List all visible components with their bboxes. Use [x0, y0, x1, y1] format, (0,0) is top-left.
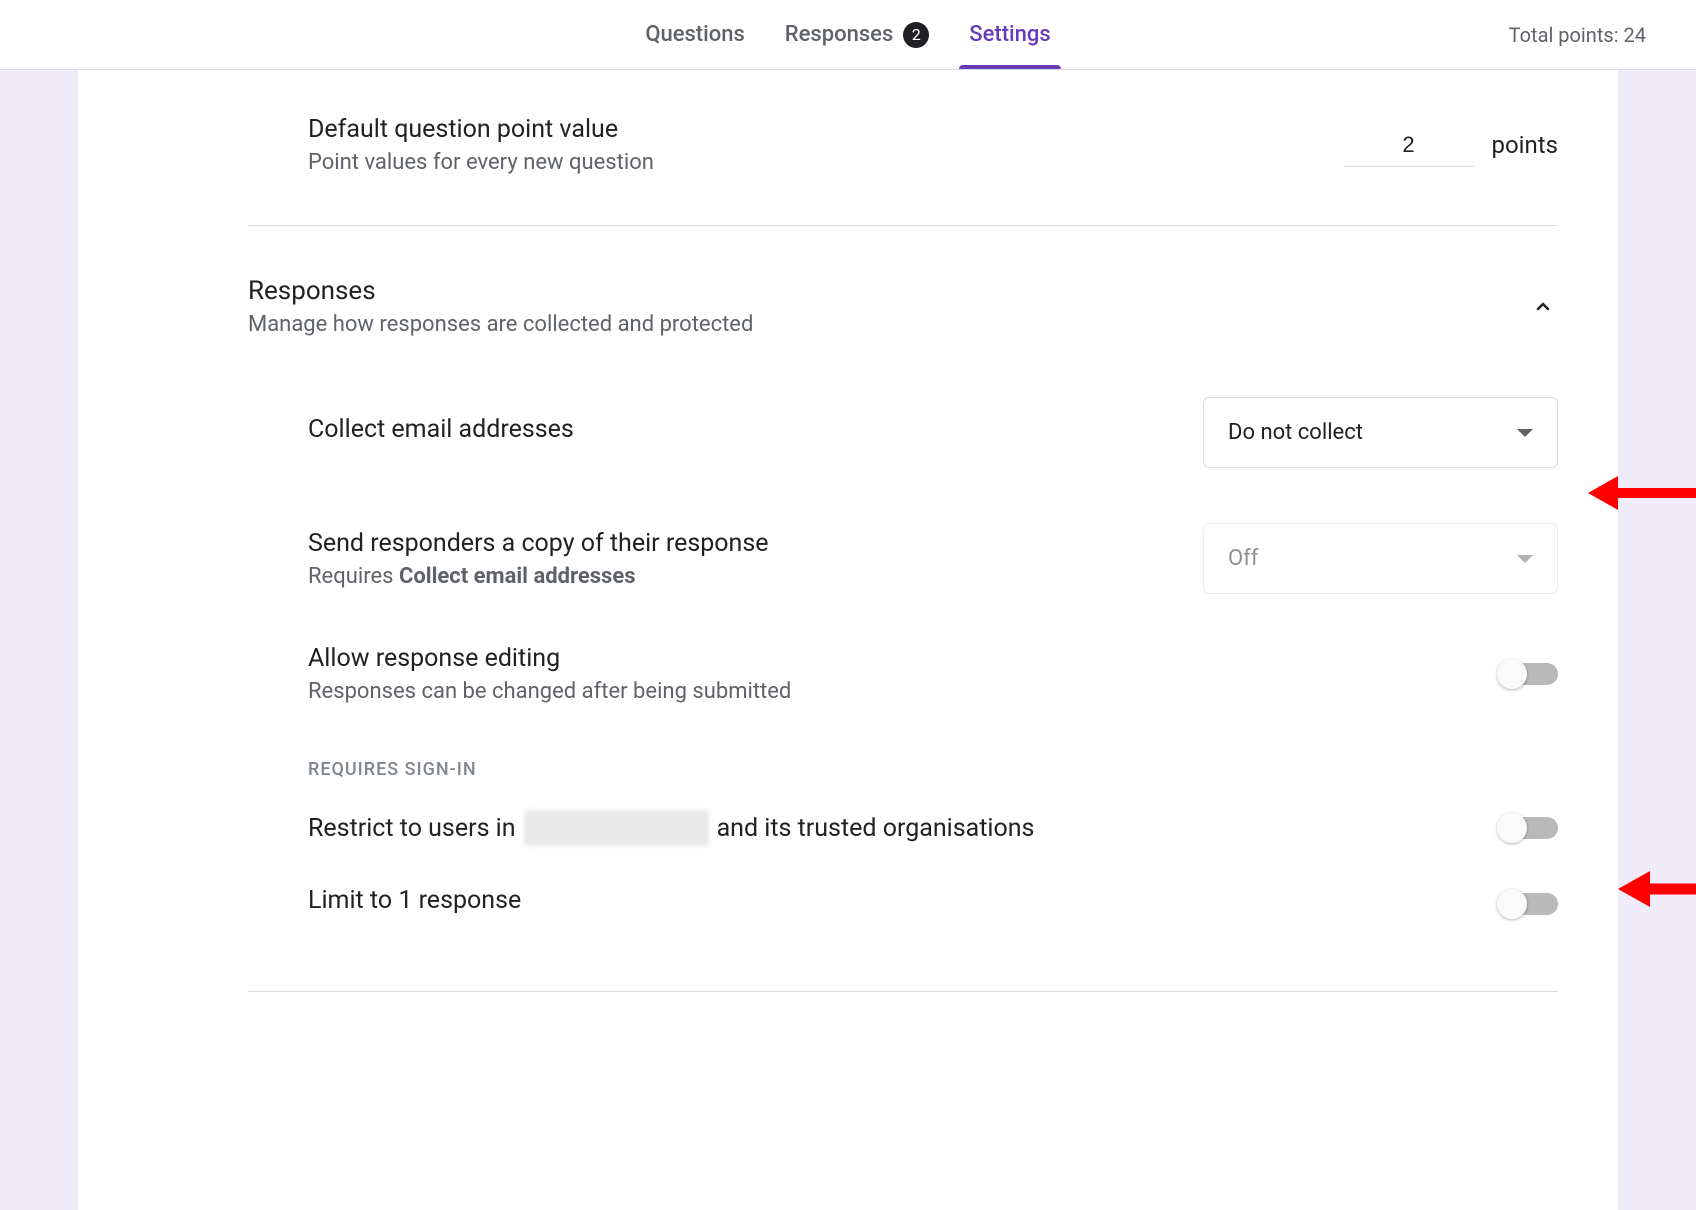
send-copy-subtitle-prefix: Requires — [308, 564, 399, 589]
requires-signin-label: REQUIRES SIGN-IN — [78, 729, 1618, 790]
tab-responses[interactable]: Responses 2 — [785, 0, 929, 69]
restrict-users-toggle[interactable] — [1500, 817, 1558, 839]
limit-response-toggle[interactable] — [1500, 893, 1558, 915]
points-unit-label: points — [1492, 131, 1559, 159]
send-copy-subtitle-bold: Collect email addresses — [399, 564, 636, 589]
dropdown-arrow-icon — [1517, 429, 1533, 437]
send-copy-row: Send responders a copy of their response… — [78, 498, 1618, 619]
collect-email-row: Collect email addresses Do not collect — [78, 357, 1618, 498]
limit-response-row: Limit to 1 response — [78, 866, 1618, 941]
tabs-container: Questions Responses 2 Settings — [645, 0, 1050, 69]
responses-section-subtitle: Manage how responses are collected and p… — [248, 312, 1528, 337]
send-copy-selected: Off — [1228, 546, 1258, 571]
restrict-prefix: Restrict to users in — [308, 814, 516, 843]
top-bar: Questions Responses 2 Settings Total poi… — [0, 0, 1696, 70]
allow-editing-toggle[interactable] — [1500, 663, 1558, 685]
send-copy-dropdown: Off — [1203, 523, 1558, 594]
send-copy-title: Send responders a copy of their response — [308, 529, 1203, 558]
toggle-knob — [1497, 659, 1527, 689]
content-area: Default question point value Point value… — [0, 70, 1696, 1210]
allow-editing-row: Allow response editing Responses can be … — [78, 619, 1618, 729]
restrict-users-row: Restrict to users in and its trusted org… — [78, 790, 1618, 866]
tab-settings[interactable]: Settings — [969, 0, 1050, 69]
restrict-suffix: and its trusted organisations — [717, 814, 1035, 843]
toggle-knob — [1497, 813, 1527, 843]
default-question-row: Default question point value Point value… — [78, 95, 1618, 195]
responses-header-text: Responses Manage how responses are colle… — [248, 276, 1528, 337]
collect-email-dropdown[interactable]: Do not collect — [1203, 397, 1558, 468]
send-copy-text: Send responders a copy of their response… — [308, 529, 1203, 589]
responses-section-header[interactable]: Responses Manage how responses are colle… — [78, 256, 1618, 357]
total-points-label: Total points: 24 — [1509, 23, 1646, 47]
points-input[interactable] — [1344, 124, 1474, 167]
send-copy-subtitle: Requires Collect email addresses — [308, 564, 1203, 589]
toggle-knob — [1497, 889, 1527, 919]
allow-editing-title: Allow response editing — [308, 644, 1500, 673]
restrict-users-text: Restrict to users in and its trusted org… — [308, 810, 1034, 846]
collect-email-selected: Do not collect — [1228, 420, 1363, 445]
divider — [248, 225, 1558, 226]
settings-card: Default question point value Point value… — [78, 70, 1618, 1210]
limit-response-title: Limit to 1 response — [308, 886, 1500, 915]
collect-email-title: Collect email addresses — [308, 415, 1203, 444]
default-question-subtitle: Point values for every new question — [308, 150, 1344, 175]
points-control: points — [1344, 124, 1559, 167]
divider — [248, 991, 1558, 992]
tab-responses-label: Responses — [785, 22, 893, 47]
allow-editing-subtitle: Responses can be changed after being sub… — [308, 679, 1500, 704]
organisation-name-blurred — [524, 810, 709, 846]
default-question-title: Default question point value — [308, 115, 1344, 144]
tab-questions[interactable]: Questions — [645, 0, 744, 69]
limit-response-text: Limit to 1 response — [308, 886, 1500, 921]
responses-count-badge: 2 — [903, 22, 929, 48]
chevron-up-icon — [1528, 292, 1558, 322]
allow-editing-text: Allow response editing Responses can be … — [308, 644, 1500, 704]
responses-section-title: Responses — [248, 276, 1528, 306]
dropdown-arrow-icon — [1517, 555, 1533, 563]
default-question-text: Default question point value Point value… — [308, 115, 1344, 175]
annotation-arrow-2 — [1618, 864, 1696, 918]
collect-email-text: Collect email addresses — [308, 415, 1203, 450]
